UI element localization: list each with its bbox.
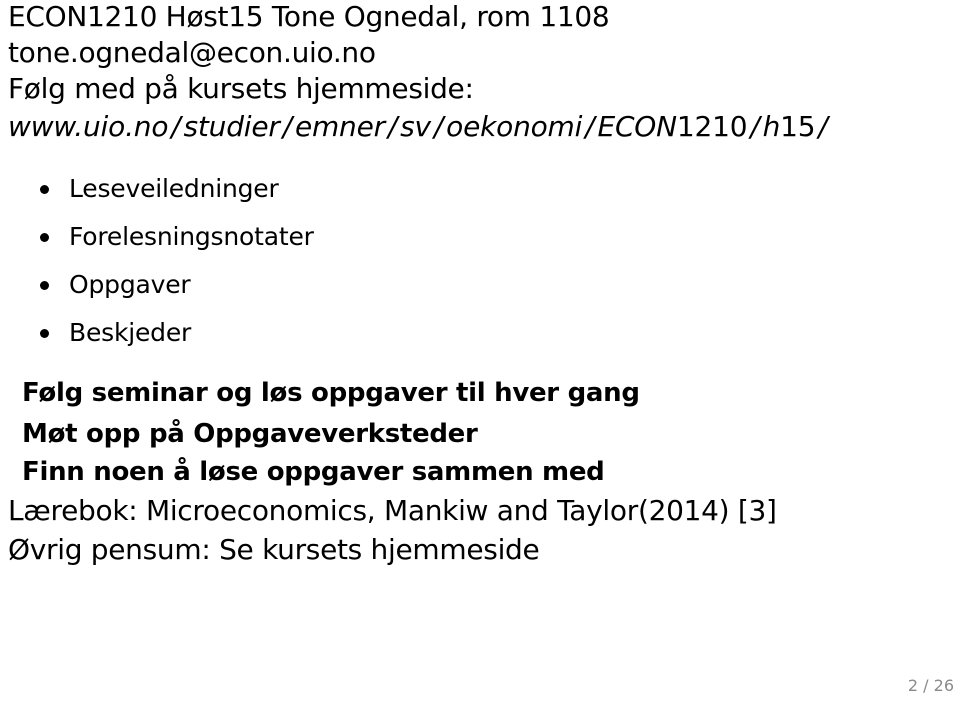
url-segment: emner: [294, 110, 385, 143]
url-segment: ECON: [597, 110, 677, 143]
url-slash: /: [585, 110, 595, 143]
list-item-label: Beskjeder: [69, 318, 192, 347]
url-slash: /: [818, 110, 828, 143]
slide: ECON1210 Høst15 Tone Ognedal, rom 1108 t…: [0, 0, 960, 703]
emphasis-line: Finn noen å løse oppgaver sammen med: [22, 457, 605, 487]
follow-website-text: Følg med på kursets hjemmeside:: [8, 72, 474, 105]
bullet-icon: [40, 185, 49, 194]
bullet-icon: [40, 329, 49, 338]
url-slash: /: [433, 110, 444, 143]
course-website-url[interactable]: www.uio.no / studier / emner / sv / oekonomi / ECO…: [8, 110, 831, 144]
bullet-icon: [40, 281, 49, 290]
url-slash: /: [750, 110, 760, 143]
contact-email: tone.ognedal@econ.uio.no: [8, 36, 376, 69]
url-segment: h: [762, 110, 781, 143]
url-slash: /: [171, 110, 181, 143]
page-counter: 2 / 26: [908, 676, 954, 695]
url-slash: /: [282, 110, 292, 143]
url-host: www.uio.no: [8, 110, 169, 143]
bullet-icon: [40, 233, 49, 242]
url-segment: studier: [183, 110, 280, 143]
url-segment: 15: [780, 110, 816, 143]
emphasis-line: Møt opp på Oppgaveverksteder: [22, 419, 478, 449]
list-item-label: Leseveiledninger: [69, 174, 279, 203]
total-pages: 26: [933, 676, 954, 695]
url-slash: /: [387, 110, 398, 143]
current-page: 2: [907, 676, 919, 695]
course-title: ECON1210 Høst15 Tone Ognedal, rom 1108: [8, 0, 610, 33]
list-item-label: Forelesningsnotater: [69, 222, 314, 251]
emphasis-line: Følg seminar og løs oppgaver til hver ga…: [22, 378, 640, 408]
textbook-reference: Lærebok: Microeconomics, Mankiw and Tayl…: [8, 494, 777, 527]
page-separator: /: [918, 676, 934, 695]
list-item-label: Oppgaver: [69, 270, 191, 299]
other-curriculum: Øvrig pensum: Se kursets hjemmeside: [8, 533, 540, 566]
url-segment: 1210: [676, 110, 748, 143]
url-segment: sv: [400, 110, 431, 143]
url-segment: oekonomi: [446, 110, 583, 143]
